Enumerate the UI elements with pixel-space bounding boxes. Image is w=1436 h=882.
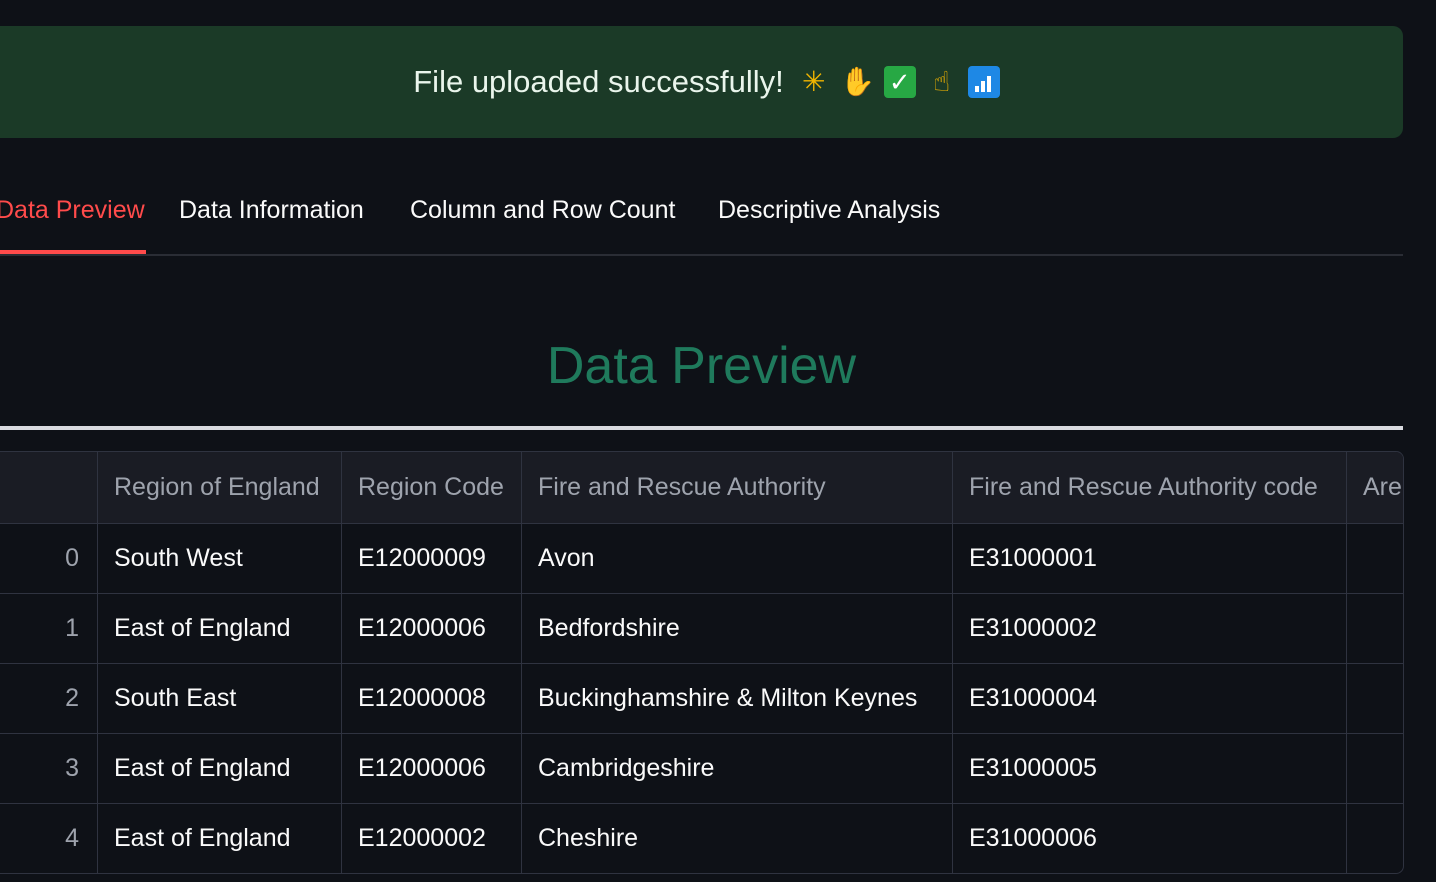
column-header-region[interactable]: Region of England: [98, 452, 342, 523]
success-banner: File uploaded successfully! ✳ ✋ ✓ ☝: [0, 26, 1403, 138]
cell-area[interactable]: [1347, 803, 1403, 873]
cell-area[interactable]: [1347, 523, 1403, 593]
cell-authority-code[interactable]: E31000006: [953, 803, 1347, 873]
cell-region-code[interactable]: E12000008: [342, 663, 522, 733]
cell-region[interactable]: East of England: [98, 733, 342, 803]
cell-authority[interactable]: Cheshire: [522, 803, 953, 873]
row-index: 0: [0, 523, 98, 593]
cell-area[interactable]: [1347, 593, 1403, 663]
table-header-row: Region of England Region Code Fire and R…: [0, 452, 1403, 524]
row-index: 4: [0, 803, 98, 873]
cell-authority-code[interactable]: E31000002: [953, 593, 1347, 663]
emoji-row: ✳ ✋ ✓ ☝: [796, 64, 1000, 100]
column-header-authority-code[interactable]: Fire and Rescue Authority code: [953, 452, 1347, 523]
column-header-index[interactable]: [0, 452, 98, 523]
raising-hands-icon: ✋: [840, 66, 876, 97]
cell-region-code[interactable]: E12000009: [342, 523, 522, 593]
table-row: 4 East of England E12000002 Cheshire E31…: [0, 803, 1403, 873]
signal-bars-icon: [967, 66, 1000, 98]
table-row: 1 East of England E12000006 Bedfordshire…: [0, 593, 1403, 664]
row-index: 1: [0, 593, 98, 663]
row-index: 3: [0, 733, 98, 803]
cell-authority[interactable]: Bedfordshire: [522, 593, 953, 663]
table-row: 0 South West E12000009 Avon E31000001: [0, 523, 1403, 594]
cell-authority[interactable]: Avon: [522, 523, 953, 593]
app-page: File uploaded successfully! ✳ ✋ ✓ ☝ Data…: [0, 0, 1436, 882]
tab-data-preview[interactable]: Data Preview: [0, 196, 145, 225]
thumbs-up-icon: ☝: [933, 66, 951, 97]
cell-area[interactable]: [1347, 733, 1403, 803]
cell-authority[interactable]: Cambridgeshire: [522, 733, 953, 803]
cell-authority[interactable]: Buckinghamshire & Milton Keynes: [522, 663, 953, 733]
cell-region[interactable]: South West: [98, 523, 342, 593]
cell-region[interactable]: East of England: [98, 593, 342, 663]
party-popper-icon: ✳: [802, 66, 826, 97]
column-header-authority[interactable]: Fire and Rescue Authority: [522, 452, 953, 523]
cell-area[interactable]: [1347, 663, 1403, 733]
section-divider: [0, 426, 1403, 430]
cell-region-code[interactable]: E12000002: [342, 803, 522, 873]
cell-region-code[interactable]: E12000006: [342, 593, 522, 663]
cell-region-code[interactable]: E12000006: [342, 733, 522, 803]
column-header-region-code[interactable]: Region Code: [342, 452, 522, 523]
tab-descriptive-analysis[interactable]: Descriptive Analysis: [718, 196, 940, 225]
cell-authority-code[interactable]: E31000001: [953, 523, 1347, 593]
section-title: Data Preview: [546, 337, 857, 395]
cell-authority-code[interactable]: E31000004: [953, 663, 1347, 733]
row-index: 2: [0, 663, 98, 733]
tab-column-and-row-count[interactable]: Column and Row Count: [410, 196, 675, 225]
column-header-area[interactable]: Are: [1347, 452, 1403, 523]
cell-authority-code[interactable]: E31000005: [953, 733, 1347, 803]
check-mark-icon: ✓: [883, 66, 916, 98]
active-tab-indicator: [0, 250, 146, 254]
data-table[interactable]: Region of England Region Code Fire and R…: [0, 451, 1404, 874]
cell-region[interactable]: South East: [98, 663, 342, 733]
cell-region[interactable]: East of England: [98, 803, 342, 873]
table-row: 2 South East E12000008 Buckinghamshire &…: [0, 663, 1403, 734]
success-message: File uploaded successfully!: [413, 64, 784, 99]
tab-bar: Data Preview Data Information Column and…: [0, 180, 1403, 256]
tab-data-information[interactable]: Data Information: [179, 196, 364, 225]
table-row: 3 East of England E12000006 Cambridgeshi…: [0, 733, 1403, 804]
